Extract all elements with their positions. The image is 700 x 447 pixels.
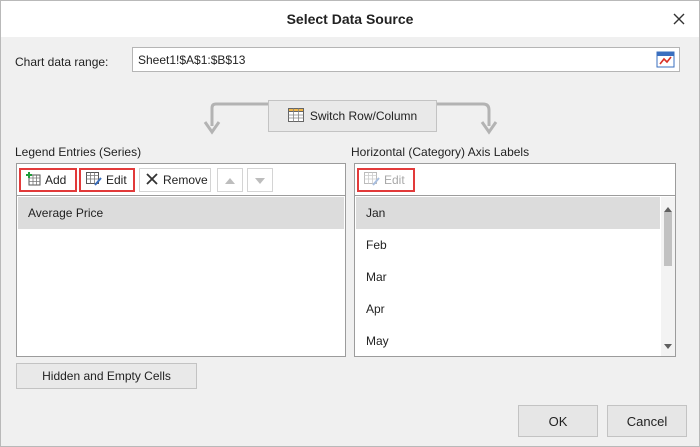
axis-labels-label: Horizontal (Category) Axis Labels — [351, 145, 530, 159]
scroll-down-icon[interactable] — [664, 338, 672, 352]
edit-icon — [364, 171, 380, 189]
cancel-button[interactable]: Cancel — [607, 405, 687, 437]
add-label: Add — [45, 173, 67, 187]
list-item[interactable]: Mar — [356, 261, 660, 293]
edit-label: Edit — [106, 173, 127, 187]
close-icon[interactable] — [669, 9, 689, 29]
add-series-button[interactable]: Add — [19, 168, 77, 192]
list-item[interactable]: Feb — [356, 229, 660, 261]
switch-row-column-icon — [287, 107, 304, 125]
move-up-button[interactable] — [217, 168, 243, 192]
title-bar: Select Data Source — [1, 1, 699, 37]
chart-data-range-input[interactable]: Sheet1!$A$1:$B$13 — [132, 47, 680, 72]
hidden-and-empty-cells-button[interactable]: Hidden and Empty Cells — [16, 363, 197, 389]
switch-row-column-label: Switch Row/Column — [309, 109, 418, 123]
switch-row-column-button[interactable]: Switch Row/Column — [268, 100, 437, 132]
chart-data-range-value: Sheet1!$A$1:$B$13 — [138, 53, 246, 67]
move-up-icon — [225, 173, 235, 187]
edit-icon — [86, 171, 102, 189]
arrow-right-icon — [433, 100, 503, 136]
arrow-left-icon — [202, 100, 272, 136]
ok-button[interactable]: OK — [518, 405, 598, 437]
legend-entries-label: Legend Entries (Series) — [15, 145, 142, 159]
dialog-title: Select Data Source — [286, 11, 414, 27]
edit-axis-labels-button[interactable]: Edit — [357, 168, 415, 192]
chart-data-range-label: Chart data range: — [15, 55, 109, 69]
legend-entries-panel: Add Edit Remove Average Price — [16, 163, 346, 357]
list-item[interactable]: Apr — [356, 293, 660, 325]
axis-toolbar: Edit — [355, 164, 675, 196]
list-item[interactable]: May — [356, 325, 660, 357]
move-down-icon — [255, 173, 265, 187]
remove-icon — [145, 172, 159, 189]
move-down-button[interactable] — [247, 168, 273, 192]
axis-list-scrollbar[interactable] — [661, 197, 675, 356]
range-select-icon[interactable] — [656, 51, 675, 68]
add-icon — [26, 171, 41, 189]
scrollbar-thumb[interactable] — [664, 212, 672, 266]
axis-labels-panel: Edit Jan Feb Mar Apr May — [354, 163, 676, 357]
remove-series-button[interactable]: Remove — [139, 168, 211, 192]
remove-label: Remove — [163, 173, 208, 187]
select-data-source-dialog: Select Data Source Chart data range: She… — [0, 0, 700, 447]
edit-series-button[interactable]: Edit — [79, 168, 135, 192]
list-item[interactable]: Jan — [356, 197, 660, 229]
edit-label: Edit — [384, 173, 405, 187]
legend-item-average-price[interactable]: Average Price — [18, 197, 344, 229]
legend-toolbar: Add Edit Remove — [17, 164, 345, 196]
